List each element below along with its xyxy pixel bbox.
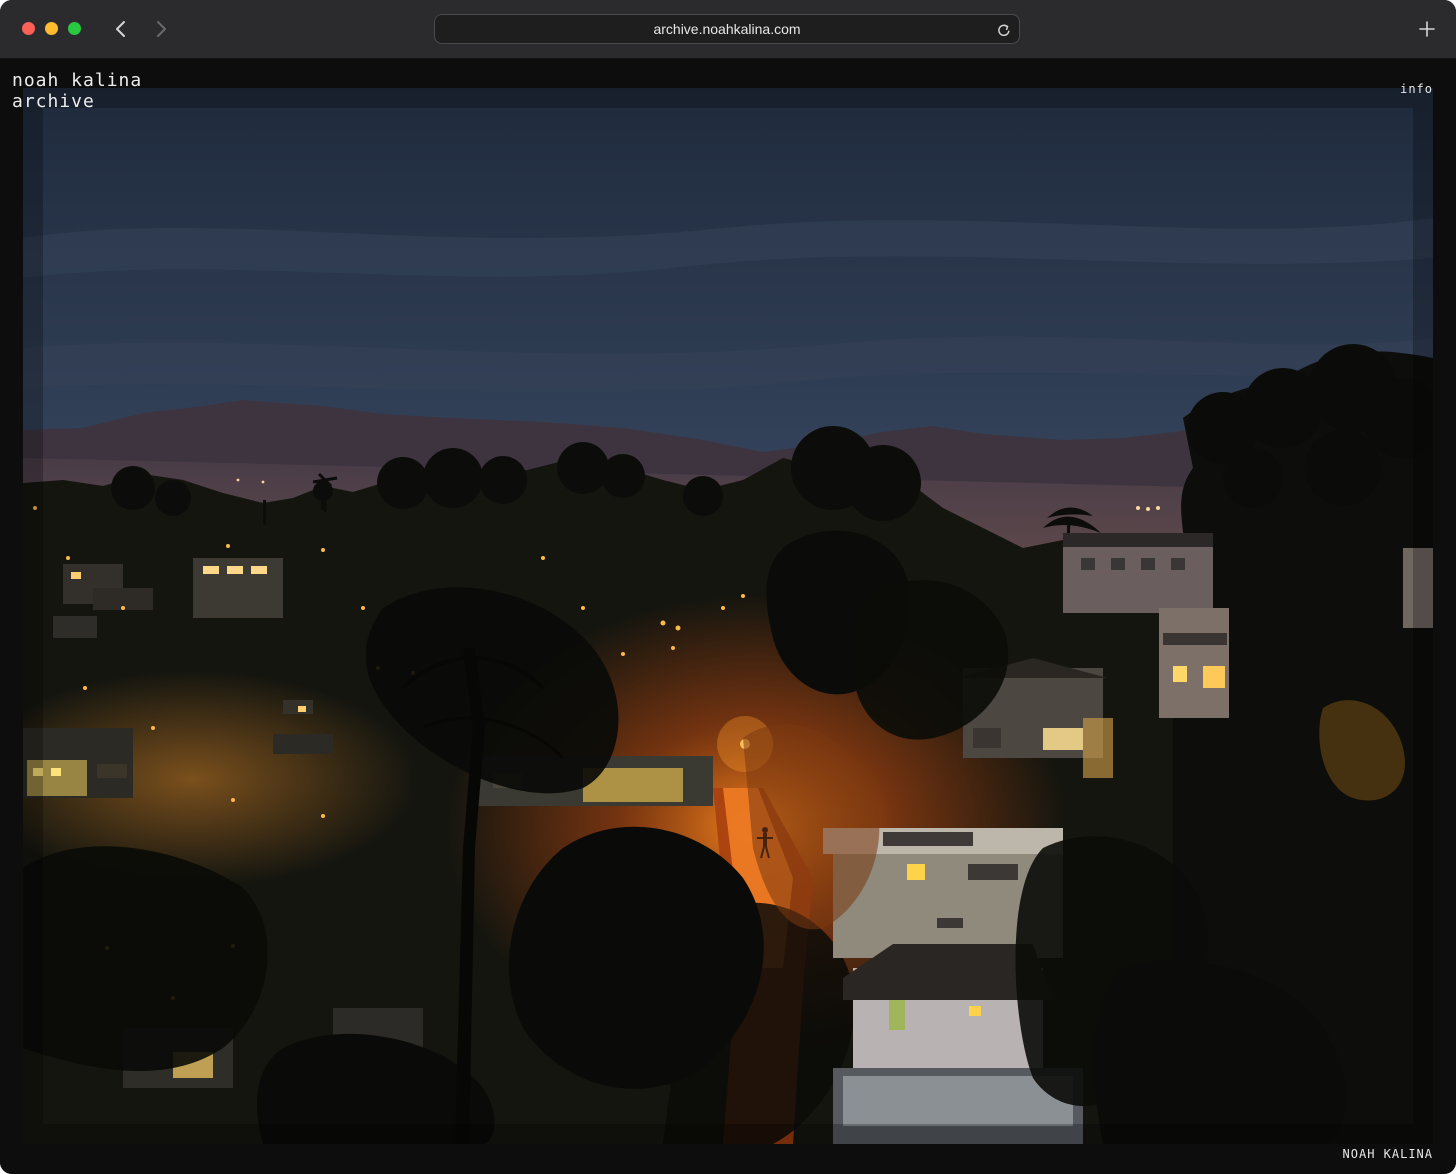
- brand-subtitle: archive: [12, 91, 95, 112]
- browser-window: archive.noahkalina.com noah kalina archi…: [0, 0, 1456, 1174]
- plus-icon: [1419, 21, 1435, 37]
- address-bar[interactable]: archive.noahkalina.com: [434, 14, 1020, 44]
- zoom-window-button[interactable]: [68, 22, 81, 35]
- site-brand-link[interactable]: noah kalina archive: [12, 70, 142, 112]
- back-button[interactable]: [107, 14, 135, 44]
- browser-toolbar: archive.noahkalina.com: [0, 0, 1456, 59]
- forward-button[interactable]: [147, 14, 175, 44]
- reload-icon: [998, 24, 1010, 37]
- close-window-button[interactable]: [22, 22, 35, 35]
- reload-button[interactable]: [993, 19, 1015, 41]
- photo-credit: NOAH KALINA: [1342, 1147, 1433, 1161]
- minimize-window-button[interactable]: [45, 22, 58, 35]
- chevron-left-icon: [116, 21, 125, 37]
- address-bar-url: archive.noahkalina.com: [653, 21, 801, 37]
- info-link[interactable]: info: [1400, 82, 1433, 96]
- night-hillside-neighborhood-photo: [23, 88, 1433, 1144]
- new-tab-button[interactable]: [1414, 14, 1440, 44]
- featured-photo[interactable]: [23, 88, 1433, 1144]
- chevron-right-icon: [157, 21, 166, 37]
- brand-name: noah kalina: [12, 70, 143, 91]
- page-content: noah kalina archive info NOAH KALINA: [0, 59, 1456, 1174]
